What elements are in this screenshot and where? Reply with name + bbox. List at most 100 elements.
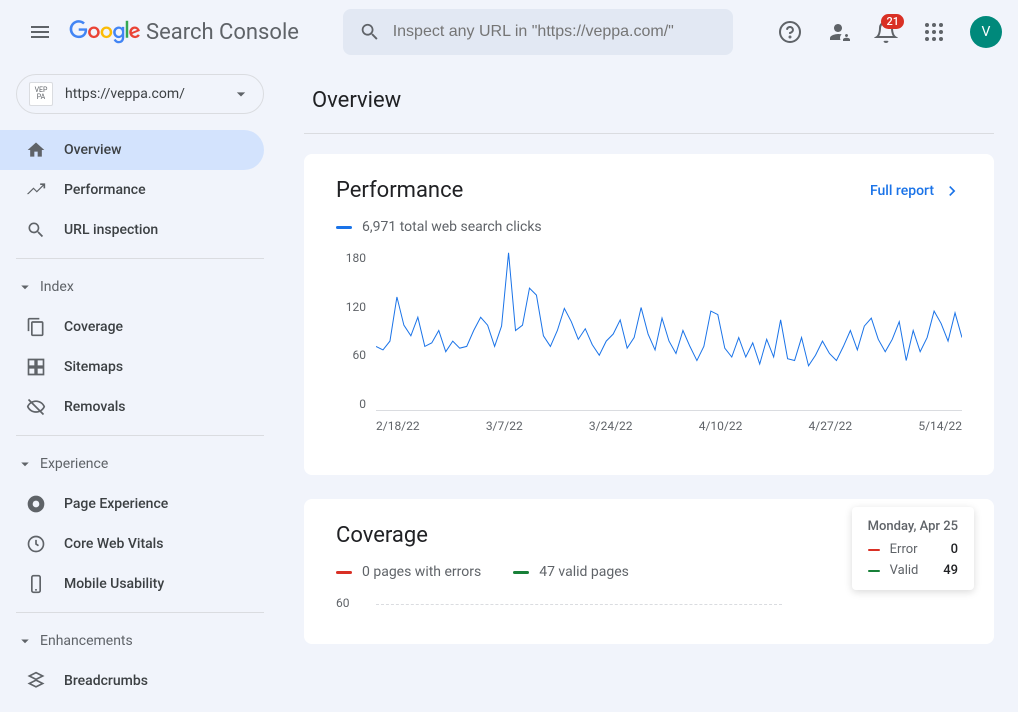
notification-badge: 21: [881, 14, 904, 29]
coverage-y-tick: 60: [336, 596, 350, 610]
x-tick: 4/27/22: [809, 419, 853, 433]
users-settings-button[interactable]: [818, 12, 858, 52]
property-selector[interactable]: VEP PA https://veppa.com/: [16, 74, 264, 114]
notifications-button[interactable]: 21: [866, 12, 906, 52]
sidebar-item-label: Breadcrumbs: [64, 673, 148, 689]
property-url: https://veppa.com/: [65, 86, 231, 102]
sidebar-item-performance[interactable]: Performance: [0, 170, 264, 210]
y-axis-labels: 180120600: [336, 251, 366, 411]
divider: [304, 133, 994, 134]
y-tick: 60: [336, 348, 366, 362]
sidebar-item-core-web-vitals[interactable]: Core Web Vitals: [0, 524, 264, 564]
sidebar-item-label: Overview: [64, 142, 121, 158]
property-favicon: VEP PA: [29, 82, 53, 106]
coverage-card: Coverage Full report 0 pages with errors…: [304, 499, 994, 644]
sidebar-item-label: URL inspection: [64, 222, 158, 238]
sitemaps-icon: [24, 357, 48, 377]
hamburger-menu-button[interactable]: [16, 8, 64, 56]
sidebar-item-overview[interactable]: Overview: [0, 130, 264, 170]
sidebar-item-url-inspection[interactable]: URL inspection: [0, 210, 264, 250]
legend-dash-icon: [336, 571, 352, 574]
legend-text: 0 pages with errors: [362, 564, 481, 580]
performance-icon: [24, 180, 48, 200]
divider: [16, 435, 264, 436]
sidebar-item-label: Removals: [64, 399, 126, 415]
removals-icon: [24, 397, 48, 417]
x-tick: 3/7/22: [486, 419, 523, 433]
help-icon: [778, 20, 802, 44]
tooltip-date: Monday, Apr 25: [868, 519, 958, 534]
y-tick: 120: [336, 300, 366, 314]
sidebar: VEP PA https://veppa.com/ Overview Perfo…: [0, 64, 280, 712]
header: Search Console 21 V: [0, 0, 1018, 64]
sidebar-item-removals[interactable]: Removals: [0, 387, 264, 427]
apps-button[interactable]: [914, 12, 954, 52]
sidebar-item-label: Core Web Vitals: [64, 536, 163, 552]
overview-icon: [24, 140, 48, 160]
page-title: Overview: [304, 64, 994, 133]
header-actions: 21 V: [770, 12, 1002, 52]
divider: [16, 258, 264, 259]
performance-legend: 6,971 total web search clicks: [336, 219, 542, 235]
sidebar-item-label: Sitemaps: [64, 359, 123, 375]
tooltip-dash-icon: [868, 549, 880, 551]
menu-icon: [28, 20, 52, 44]
x-tick: 4/10/22: [699, 419, 743, 433]
search-icon: [359, 20, 381, 44]
sidebar-item-breadcrumbs[interactable]: Breadcrumbs: [0, 661, 264, 701]
product-logo[interactable]: Search Console: [68, 20, 299, 45]
caret-down-icon: [16, 632, 34, 650]
main-content: Overview Performance Full report 6,971 t…: [280, 64, 1018, 712]
tooltip-dash-icon: [868, 570, 880, 572]
legend-dash-icon: [513, 571, 529, 574]
page-experience-icon: [24, 494, 48, 514]
section-title: Experience: [40, 456, 108, 472]
account-avatar[interactable]: V: [970, 16, 1002, 48]
mobile-usability-icon: [24, 574, 48, 594]
section-title: Index: [40, 279, 74, 295]
coverage-legend-valid: 47 valid pages: [513, 564, 629, 580]
sidebar-item-page-experience[interactable]: Page Experience: [0, 484, 264, 524]
divider: [16, 612, 264, 613]
legend-text: 6,971 total web search clicks: [362, 219, 542, 235]
core-web-vitals-icon: [24, 534, 48, 554]
coverage-tooltip: Monday, Apr 25 Error 0 Valid 49: [852, 507, 974, 590]
performance-card-title: Performance: [336, 178, 463, 203]
user-settings-icon: [826, 20, 850, 44]
sidebar-item-label: Mobile Usability: [64, 576, 164, 592]
x-axis-labels: 2/18/22 3/7/22 3/24/22 4/10/22 4/27/22 5/14/2…: [376, 419, 962, 433]
sidebar-section-index[interactable]: Index: [0, 267, 280, 307]
coverage-legend-error: 0 pages with errors: [336, 564, 481, 580]
x-tick: 2/18/22: [376, 419, 420, 433]
sidebar-section-enhancements[interactable]: Enhancements: [0, 621, 280, 661]
sidebar-item-sitemaps[interactable]: Sitemaps: [0, 347, 264, 387]
sidebar-item-mobile-usability[interactable]: Mobile Usability: [0, 564, 264, 604]
chevron-right-icon: [942, 181, 962, 201]
coverage-icon: [24, 317, 48, 337]
help-button[interactable]: [770, 12, 810, 52]
tooltip-label: Valid: [890, 563, 928, 578]
legend-dash-icon: [336, 226, 352, 229]
sidebar-item-label: Page Experience: [64, 496, 168, 512]
sidebar-section-experience[interactable]: Experience: [0, 444, 280, 484]
full-report-label: Full report: [870, 183, 934, 199]
tooltip-value: 49: [943, 563, 958, 578]
url-inspect-search[interactable]: [343, 9, 733, 55]
sidebar-item-label: Coverage: [64, 319, 123, 335]
legend-text: 47 valid pages: [539, 564, 629, 580]
x-tick: 3/24/22: [589, 419, 633, 433]
caret-down-icon: [16, 278, 34, 296]
google-logo-icon: [68, 20, 142, 44]
performance-chart[interactable]: 180120600 2/18/223/7/223/24/224/10/224/2…: [336, 251, 962, 451]
section-title: Enhancements: [40, 633, 133, 649]
dropdown-caret-icon: [231, 84, 251, 104]
breadcrumbs-icon: [24, 671, 48, 691]
x-tick: 5/14/22: [918, 419, 962, 433]
apps-grid-icon: [922, 20, 946, 44]
sidebar-item-coverage[interactable]: Coverage: [0, 307, 264, 347]
search-input[interactable]: [393, 23, 717, 41]
performance-full-report-link[interactable]: Full report: [870, 181, 962, 201]
tooltip-row: Valid 49: [868, 563, 958, 578]
coverage-gridline: [376, 604, 782, 605]
tooltip-value: 0: [951, 542, 958, 557]
